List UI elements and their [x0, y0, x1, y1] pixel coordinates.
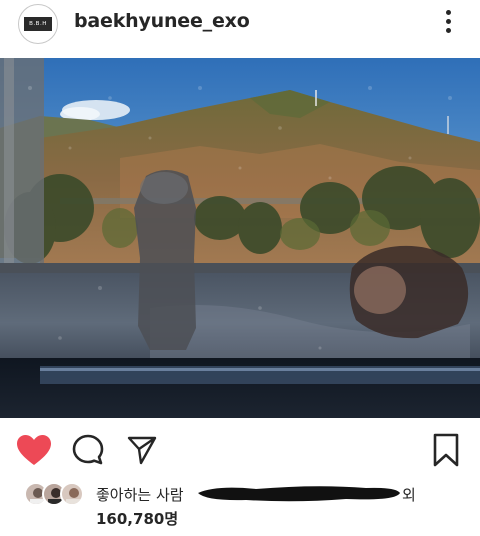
post-photo[interactable] [0, 58, 480, 418]
comment-icon[interactable] [68, 430, 108, 470]
like-count[interactable]: 160,780명 [96, 508, 178, 529]
likes-summary: 좋아하는 사람 외 160,780명 [0, 478, 480, 536]
like-button-glyph [17, 435, 51, 465]
share-glyph [127, 436, 157, 465]
bookmark-icon[interactable] [426, 430, 466, 470]
save-glyph [433, 433, 459, 467]
heart-filled-icon[interactable] [14, 430, 54, 470]
more-options-icon[interactable] [442, 10, 454, 36]
avatar-logo: B.B.H [24, 17, 52, 31]
liker-avatar[interactable] [60, 482, 84, 506]
username-link[interactable]: baekhyunee_exo [74, 10, 250, 32]
action-bar [0, 418, 480, 480]
liked-by-suffix: 외 [402, 486, 416, 504]
redaction-mark [196, 481, 402, 505]
send-icon[interactable] [122, 430, 162, 470]
post-header: B.B.H baekhyunee_exo [0, 0, 480, 58]
liked-by-label: 좋아하는 사람 [96, 486, 184, 504]
profile-avatar[interactable]: B.B.H [18, 4, 58, 44]
comment-glyph [72, 434, 104, 465]
